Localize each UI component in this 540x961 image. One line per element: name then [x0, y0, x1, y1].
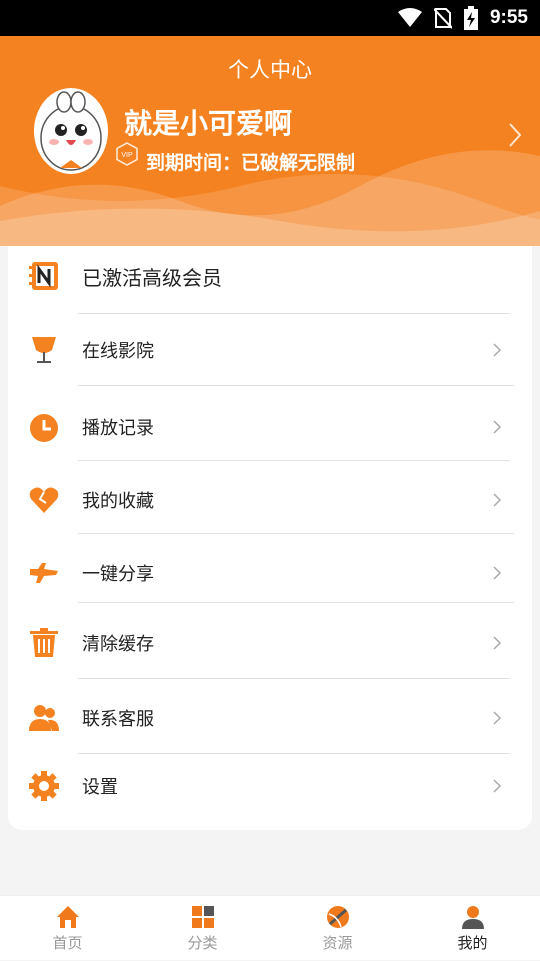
menu-item-customer-service[interactable]: 联系客服	[8, 700, 532, 736]
tab-resources[interactable]: 资源	[270, 896, 405, 961]
chevron-right-icon	[493, 636, 502, 650]
tab-label: 首页	[52, 934, 83, 952]
status-bar: 9:55	[0, 0, 540, 36]
tab-home[interactable]: 首页	[0, 896, 135, 961]
divider	[78, 313, 510, 314]
trophy-cup-icon	[32, 337, 56, 363]
divider	[78, 602, 514, 603]
bottom-tab-bar: 首页 分类 资源 我的	[0, 895, 540, 960]
person-icon	[462, 906, 484, 929]
menu-item-label: 清除缓存	[82, 634, 154, 655]
bunny-avatar-icon	[40, 91, 102, 171]
vip-badge-icon: VIP	[116, 142, 138, 166]
menu-item-vip-status[interactable]: 已激活高级会员	[8, 256, 532, 296]
menu-item-label: 已激活高级会员	[82, 265, 222, 290]
clock-time: 9:55	[489, 7, 528, 28]
menu-item-label: 播放记录	[82, 418, 154, 439]
home-icon	[57, 906, 79, 928]
divider	[78, 460, 510, 461]
menu-item-label: 一键分享	[82, 564, 154, 585]
battery-charging-icon	[463, 6, 478, 30]
tab-category[interactable]: 分类	[135, 896, 270, 961]
trash-icon	[30, 628, 58, 657]
menu-item-online-cinema[interactable]: 在线影院	[8, 332, 532, 368]
menu-item-label: 我的收藏	[82, 491, 154, 512]
settings-gear-icon	[29, 771, 59, 801]
expire-text: 到期时间：已破解无限制	[146, 152, 356, 174]
clock-icon	[30, 414, 58, 442]
menu-item-label: 设置	[82, 777, 118, 798]
wifi-icon	[397, 8, 422, 27]
chevron-right-icon	[493, 493, 502, 507]
divider	[78, 753, 510, 754]
tab-label: 分类	[187, 934, 218, 952]
menu-item-clear-cache[interactable]: 清除缓存	[8, 625, 532, 661]
profile-header: 个人中心 就是小可爱啊 VIP 到期时间：已破解无限制	[0, 36, 540, 246]
users-icon	[29, 705, 59, 731]
ball-icon	[327, 906, 349, 928]
menu-item-favorites[interactable]: 我的收藏	[8, 482, 532, 518]
chevron-right-icon	[493, 420, 502, 434]
chevron-right-icon	[493, 566, 502, 580]
menu-item-settings[interactable]: 设置	[8, 768, 532, 804]
page-title: 个人中心	[228, 58, 312, 82]
no-sim-icon	[433, 8, 452, 29]
chevron-right-icon	[493, 779, 502, 793]
avatar[interactable]	[34, 88, 108, 174]
share-icon	[30, 563, 58, 583]
divider	[78, 385, 514, 386]
divider	[78, 678, 510, 679]
svg-text:VIP: VIP	[121, 152, 133, 159]
heart-icon	[29, 487, 59, 513]
tab-label: 我的	[457, 934, 488, 952]
divider	[78, 533, 514, 534]
menu-item-label: 在线影院	[82, 341, 154, 362]
chevron-right-icon	[493, 343, 502, 357]
username: 就是小可爱啊	[124, 107, 293, 140]
menu-card: 已激活高级会员 在线影院 播放记录 我的收藏 一键分享 清除缓存 联系客服 设置	[8, 246, 532, 830]
menu-item-label: 联系客服	[82, 709, 154, 730]
tab-mine[interactable]: 我的	[405, 896, 540, 961]
menu-item-play-history[interactable]: 播放记录	[8, 409, 532, 445]
chevron-right-icon[interactable]	[508, 122, 522, 148]
menu-item-share[interactable]: 一键分享	[8, 555, 532, 591]
n-badge-icon	[29, 262, 58, 290]
grid-icon	[192, 906, 214, 928]
tab-label: 资源	[322, 934, 353, 952]
chevron-right-icon	[493, 711, 502, 725]
